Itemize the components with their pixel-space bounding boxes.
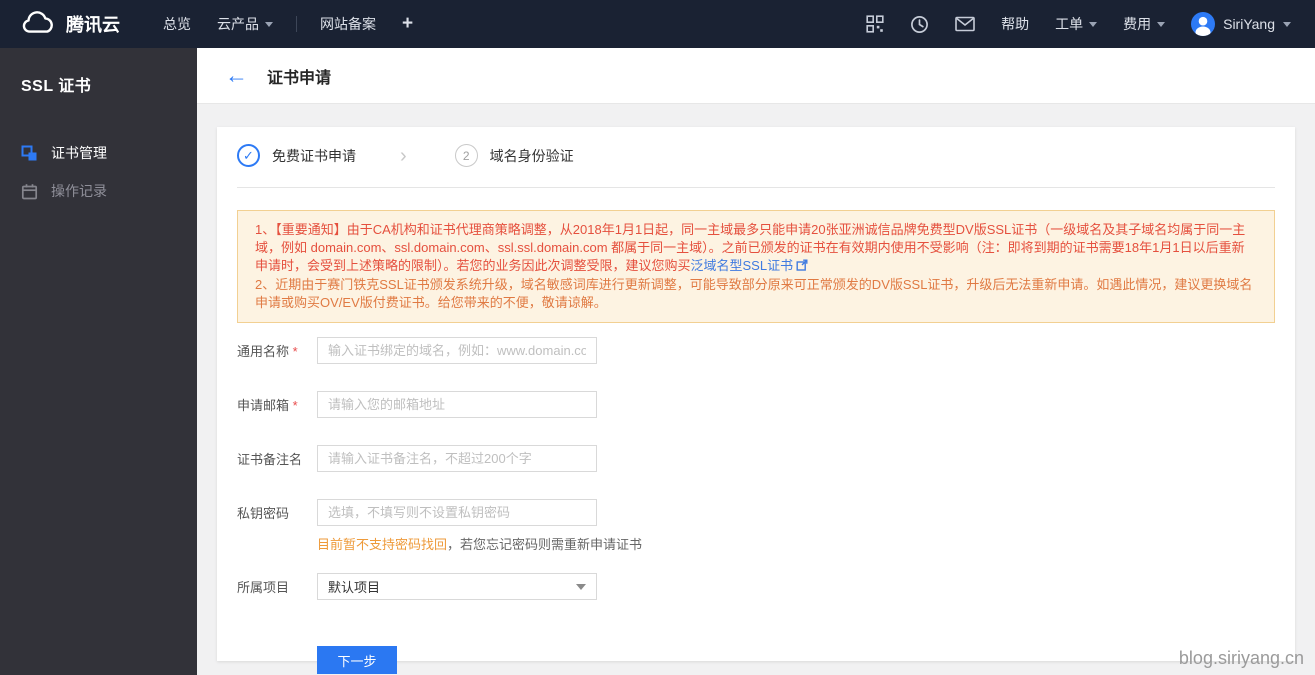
sidebar-item-label: 操作记录 [51,183,107,199]
calendar-icon [21,183,38,200]
form-row-project: 所属项目 默认项目 [237,573,1275,600]
common-name-label: 通用名称 * [237,344,298,359]
brand-name: 腾讯云 [66,15,120,35]
nav-help[interactable]: 帮助 [1001,14,1029,34]
password-hint: 目前暂不支持密码找回，若您忘记密码则需重新申请证书 [317,537,643,552]
chevron-down-icon [1157,21,1166,27]
nav-billing[interactable]: 费用 [1123,14,1166,34]
nav-overview[interactable]: 总览 [163,14,191,34]
nav-ticket[interactable]: 工单 [1055,14,1098,34]
form-row-private-key-password: 私钥密码 [237,499,1275,526]
sidebar-item-label: 证书管理 [51,145,107,161]
form-row-common-name: 通用名称 * [237,337,1275,364]
nav-products[interactable]: 云产品 [217,14,273,34]
required-mark: * [292,344,298,359]
page-title: 证书申请 [267,69,332,87]
notice-item-2: 2、近期由于赛门铁克SSL证书颁发系统升级，域名敏感词库进行更新调整，可能导致部… [255,277,1253,310]
sidebar: SSL 证书 证书管理 操作记录 [0,48,197,675]
cert-alias-input[interactable] [317,445,597,472]
form-row-email: 申请邮箱 * [237,391,1275,418]
mail-icon[interactable] [955,16,975,32]
notice-box: 1、【重要通知】由于CA机构和证书代理商策略调整，从2018年1月1日起，同一主… [237,210,1275,323]
clock-icon[interactable] [910,15,929,34]
certificate-form: 通用名称 * 申请邮箱 * 证书备注名 私钥密码 [237,337,1275,674]
step-separator-icon: › [400,144,407,167]
back-button[interactable]: ← [225,64,248,87]
sidebar-item-operation-log[interactable]: 操作记录 [0,172,197,210]
account-menu[interactable]: SiriYang [1191,12,1291,36]
avatar [1191,12,1216,36]
add-nav-button[interactable]: + [402,13,413,35]
notice-item-1: 1、【重要通知】由于CA机构和证书代理商策略调整，从2018年1月1日起，同一主… [255,221,1257,276]
private-key-password-label: 私钥密码 [237,506,290,521]
step1-label: 免费证书申请 [272,147,356,164]
step-indicator: ✓ 免费证书申请 › 2 域名身份验证 [237,127,1275,167]
sidebar-item-cert-management[interactable]: 证书管理 [0,134,197,172]
chevron-down-icon [576,583,586,590]
chevron-down-icon [265,21,273,27]
form-row-cert-alias: 证书备注名 [237,445,1275,472]
top-navbar: 腾讯云 总览 云产品 网站备案 + 帮助 工单 费用 SiriYang [0,0,1315,48]
cloud-logo-icon [20,11,56,37]
certificate-apply-card: ✓ 免费证书申请 › 2 域名身份验证 1、【重要通知】由于CA机构和证书代理商… [217,127,1295,674]
watermark: blog.siriyang.cn [1178,648,1304,668]
chevron-down-icon [1089,21,1098,27]
qrcode-icon[interactable] [866,15,884,33]
common-name-input[interactable] [317,337,597,364]
step1-check-icon: ✓ [237,144,260,167]
wildcard-ssl-link[interactable]: 泛域名型SSL证书 [691,258,794,273]
certificate-icon [21,145,38,162]
cert-alias-label: 证书备注名 [237,452,303,467]
email-label: 申请邮箱 * [237,398,298,413]
step2-number: 2 [454,144,478,167]
username: SiriYang [1223,16,1275,32]
chevron-down-icon [1283,21,1291,27]
next-step-button[interactable]: 下一步 [317,646,397,674]
step2-label: 域名身份验证 [489,147,574,164]
sidebar-title: SSL 证书 [21,78,92,95]
nav-divider [296,16,297,32]
page-header: ← 证书申请 [197,48,1315,104]
required-mark: * [292,398,298,413]
email-input[interactable] [317,391,597,418]
brand-logo[interactable]: 腾讯云 [20,11,120,37]
external-link-icon[interactable] [796,258,808,276]
project-label: 所属项目 [237,580,290,595]
nav-beian[interactable]: 网站备案 [320,14,376,34]
private-key-password-input[interactable] [317,499,597,526]
project-select[interactable]: 默认项目 [317,573,597,600]
steps-divider [237,187,1275,188]
project-select-value: 默认项目 [328,580,381,595]
